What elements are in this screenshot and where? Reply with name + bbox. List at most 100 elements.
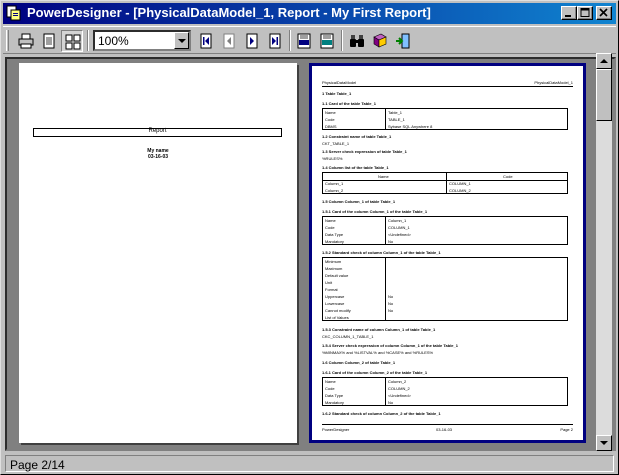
table-row: Column_1 COLUMN_1 — [323, 180, 567, 187]
single-page-icon — [43, 33, 55, 49]
print-preview-area[interactable]: Report My name 03-16-03 PhysicalDataMode… — [5, 57, 616, 451]
section-heading: 1.6 Column Column_2 of table Table_1 — [322, 360, 396, 365]
column-header: Code — [503, 174, 513, 179]
next-page-button[interactable] — [241, 30, 263, 52]
maximize-icon — [580, 8, 590, 17]
scroll-up-button[interactable] — [596, 53, 612, 69]
table-cell: No — [388, 400, 394, 405]
page-footer-date: 03-16-03 — [436, 427, 453, 432]
export-html-button[interactable] — [316, 30, 338, 52]
report-html-icon — [320, 33, 334, 49]
footer-rule — [322, 424, 573, 425]
last-page-button[interactable] — [264, 30, 286, 52]
first-page-icon — [200, 33, 212, 49]
printer-icon — [18, 33, 34, 49]
close-icon — [599, 8, 608, 17]
report-title-box: Report — [33, 128, 282, 137]
table-cell: Default value — [325, 273, 349, 278]
table-row: Unit — [323, 279, 567, 286]
section-value: CKT_TABLE_1 — [322, 141, 350, 146]
table-cell: List of Values — [325, 315, 349, 320]
section-heading: 1.5.4 Server check expression of column … — [322, 343, 458, 348]
minimize-button[interactable] — [561, 6, 577, 20]
toolbar-separator — [87, 30, 89, 51]
multi-page-button[interactable] — [61, 30, 83, 52]
table-row: Mandatory No — [323, 238, 567, 245]
table-cell: Table_1 — [388, 110, 403, 115]
section-heading: 1 Table Table_1 — [322, 91, 352, 96]
table-cell: Data Type — [325, 393, 344, 398]
table-cell: Mandatory — [325, 400, 344, 405]
table-card: Name Table_1 Code TABLE_1 DBMS Sybase SQ… — [322, 108, 568, 130]
table-cell: Code — [325, 117, 335, 122]
title-bar[interactable]: PowerDesigner - [PhysicalDataModel_1, Re… — [3, 3, 616, 24]
table-cell: Lowercase — [325, 301, 345, 306]
table-cell: Column_2 — [325, 188, 344, 193]
toolbar-grip[interactable] — [6, 30, 9, 51]
table-cell: COLUMN_2 — [388, 386, 410, 391]
table-row: List of Values — [323, 314, 567, 321]
table-row: Column_2 COLUMN_2 — [323, 187, 567, 194]
table-cell: COLUMN_1 — [449, 181, 471, 186]
table-cell: Cannot modify — [325, 308, 351, 313]
section-heading: 1.5.3 Constraint name of column Column_1… — [322, 327, 436, 332]
preview-page-cover[interactable]: Report My name 03-16-03 — [19, 63, 297, 443]
last-page-icon — [269, 33, 281, 49]
table-row: Name Column_1 — [323, 217, 567, 224]
preview-page-current[interactable]: PhysicalDataModel PhysicalDataModel_1 1 … — [309, 63, 586, 443]
close-button[interactable] — [596, 6, 612, 20]
column-card-table: Name Column_1 Code COLUMN_1 Data Type <U… — [322, 216, 568, 245]
table-cell: Minimum — [325, 259, 342, 264]
vertical-scrollbar[interactable] — [596, 53, 612, 451]
toolbar-separator — [289, 30, 291, 51]
standard-check-table: Minimum Maximum Default value Unit Forma… — [322, 257, 568, 321]
section-heading: 1.5.2 Standard check of column Column_1 … — [322, 250, 441, 255]
print-button[interactable] — [15, 30, 37, 52]
chevron-down-icon[interactable] — [174, 32, 189, 49]
report-book-button[interactable] — [369, 30, 391, 52]
table-row: Minimum — [323, 258, 567, 265]
previous-page-button[interactable] — [218, 30, 240, 52]
table-row: Cannot modify No — [323, 307, 567, 314]
column-header: Name — [378, 174, 389, 179]
table-cell: Code — [325, 386, 335, 391]
table-cell: No — [388, 294, 394, 299]
maximize-button[interactable] — [577, 6, 593, 20]
print-report-button[interactable] — [293, 30, 315, 52]
find-button[interactable] — [346, 30, 368, 52]
table-header-row: Name Code — [323, 173, 567, 180]
next-page-icon — [246, 33, 258, 49]
table-cell: Name — [325, 218, 336, 223]
section-heading: 1.4 Column list of the table Table_1 — [322, 165, 389, 170]
zoom-value: 100% — [98, 34, 129, 48]
table-cell: Column_1 — [388, 218, 407, 223]
table-cell: Mandatory — [325, 239, 344, 244]
previous-page-icon — [223, 33, 235, 49]
table-row: Data Type <Undefined> — [323, 231, 567, 238]
table-cell: Column_2 — [388, 379, 407, 384]
table-cell: Unit — [325, 280, 333, 285]
section-value: %MINMAX% and %LISTVAL% and %CASE% and %R… — [322, 350, 434, 355]
page-header-left: PhysicalDataModel — [322, 80, 357, 85]
table-row: Default value — [323, 272, 567, 279]
table-cell: TABLE_1 — [388, 117, 405, 122]
window-title: PowerDesigner - [PhysicalDataModel_1, Re… — [27, 5, 431, 20]
powerdesigner-app-icon[interactable] — [6, 5, 22, 21]
exit-preview-button[interactable] — [392, 30, 414, 52]
scroll-thumb[interactable] — [596, 69, 612, 121]
page-header-right: PhysicalDataModel_1 — [534, 80, 573, 85]
report-title: Report — [148, 128, 167, 134]
zoom-dropdown[interactable]: 100% — [93, 30, 191, 51]
scroll-down-button[interactable] — [596, 435, 612, 451]
table-row: Maximum — [323, 265, 567, 272]
status-bar: Page 2/14 — [3, 453, 616, 474]
table-cell: Column_1 — [325, 181, 344, 186]
table-cell: No — [388, 301, 394, 306]
first-page-button[interactable] — [195, 30, 217, 52]
table-row: Data Type <Undefined> — [323, 392, 567, 399]
section-heading: 1.5.1 Card of the column Column_1 of the… — [322, 209, 428, 214]
one-page-button[interactable] — [38, 30, 60, 52]
preview-toolbar: 100% — [3, 26, 616, 54]
table-row: Format — [323, 286, 567, 293]
binoculars-icon — [350, 35, 364, 47]
